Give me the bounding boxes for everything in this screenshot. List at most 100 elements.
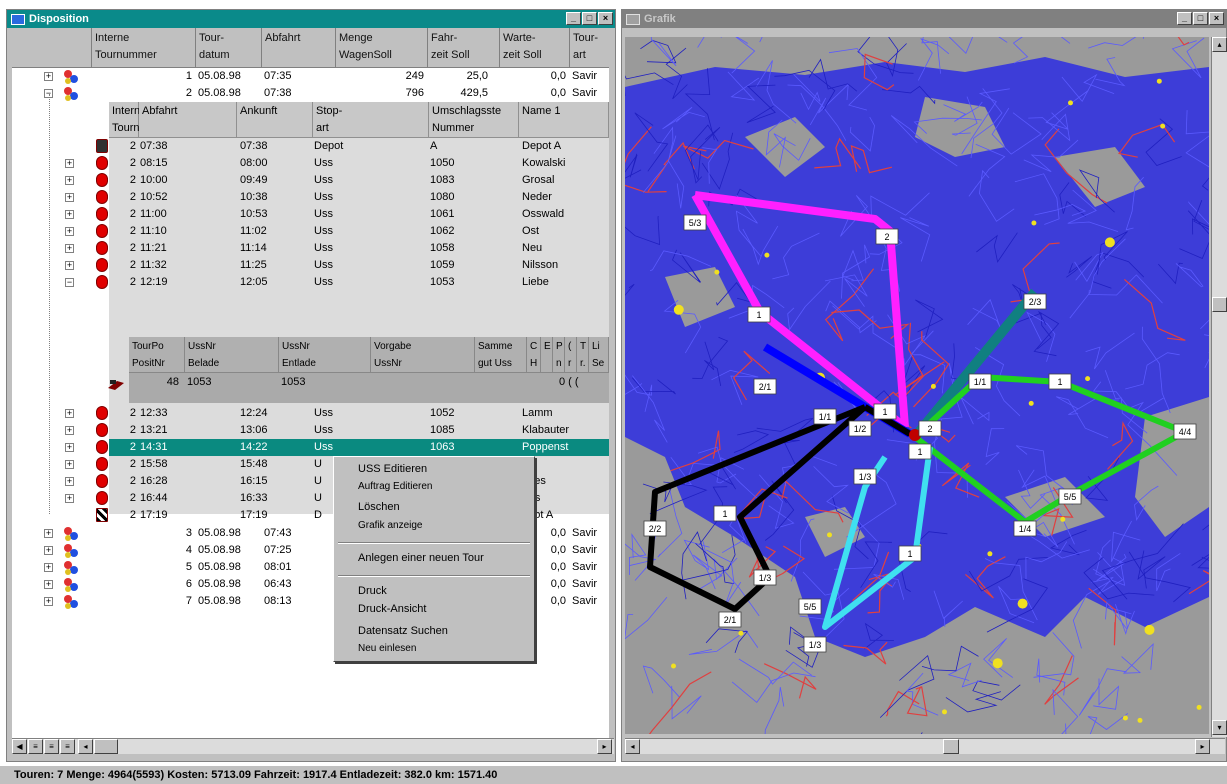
stops-col-art[interactable]: Stop- art (313, 102, 429, 138)
expand-icon[interactable]: − (65, 278, 74, 287)
minimize-button[interactable]: _ (566, 12, 581, 25)
table-row[interactable]: + 1 05.08.98 07:35 249 25,0 0,0 Savir (12, 68, 609, 85)
col-header-menge[interactable]: Menge WagenSoll (336, 28, 428, 68)
expand-icon[interactable]: + (65, 261, 74, 270)
stops-col-abfahrt[interactable]: Abfahrt (139, 102, 237, 138)
stop-label[interactable]: 5/3 (683, 214, 707, 231)
stops-col-tour[interactable]: Interne Tournur (109, 102, 149, 138)
scroll-up-button[interactable]: ▴ (1212, 37, 1227, 52)
stop-row[interactable]: +2 11:10 11:02 Uss 1062 Ost (12, 223, 609, 240)
pos-col-2[interactable]: UssNr Entlade (279, 337, 371, 373)
stop-row[interactable]: +2 10:00 09:49 Uss 1083 Grosal (12, 172, 609, 189)
col-header-abfahrt[interactable]: Abfahrt (262, 28, 336, 68)
grafik-titlebar[interactable]: Grafik _ □ × (622, 10, 1226, 28)
expand-icon[interactable]: + (65, 443, 74, 452)
col-header-fahrzeit[interactable]: Fahr- zeit Soll (428, 28, 500, 68)
stop-label[interactable]: 4/4 (1173, 423, 1197, 440)
stop-label[interactable]: 1 (747, 306, 771, 323)
stop-label[interactable]: 1/4 (1013, 520, 1037, 537)
expand-icon[interactable]: + (65, 176, 74, 185)
stop-label[interactable]: 1/1 (968, 373, 992, 390)
stop-row[interactable]: +2 11:32 11:25 Uss 1059 Nilsson (12, 257, 609, 274)
stop-row[interactable]: +2 11:00 10:53 Uss 1061 Osswald (12, 206, 609, 223)
stop-row[interactable]: +2 11:21 11:14 Uss 1058 Neu (12, 240, 609, 257)
stop-row[interactable]: +2 14:31 14:22 Uss 1063 Poppenst (12, 439, 609, 456)
pos-col-0[interactable]: TourPo PositNr (129, 337, 185, 373)
stop-label[interactable]: 1/3 (853, 468, 877, 485)
expand-icon[interactable]: + (44, 563, 53, 572)
minimize-button[interactable]: _ (1177, 12, 1192, 25)
stop-label[interactable]: 1 (1048, 373, 1072, 390)
close-button[interactable]: × (1209, 12, 1224, 25)
maximize-button[interactable]: □ (582, 12, 597, 25)
pos-col-8[interactable]: ( r (565, 337, 577, 373)
pos-col-7[interactable]: P n (553, 337, 565, 373)
menu-druck-ansicht[interactable]: Druck-Ansicht (358, 603, 426, 615)
pos-col-6[interactable]: E (541, 337, 553, 373)
view-icon[interactable]: ≡ (44, 739, 59, 754)
col-header-wartezeit[interactable]: Warte- zeit Soll (500, 28, 570, 68)
menu-uss-editieren[interactable]: USS Editieren (358, 463, 427, 475)
disposition-hscrollbar[interactable]: ◀ ≡ ≡ ≡ ◂ ▸ (12, 738, 614, 754)
stop-label[interactable]: 2/1 (753, 378, 777, 395)
menu-loeschen[interactable]: Löschen (358, 501, 400, 513)
pos-col-1[interactable]: UssNr Belade (185, 337, 279, 373)
scroll-thumb[interactable] (943, 739, 959, 754)
stop-label[interactable]: 2/3 (1023, 293, 1047, 310)
col-header-tourdatum[interactable]: Tour- datum (196, 28, 262, 68)
menu-neue-tour[interactable]: Anlegen einer neuen Tour (358, 552, 484, 564)
col-header-tournummer[interactable]: Interne Tournummer (92, 28, 196, 68)
stop-row[interactable]: +207:3807:38DepotADepot A (12, 138, 609, 155)
col-header-tourart[interactable]: Tour- art (570, 28, 609, 68)
stop-label[interactable]: 1 (873, 403, 897, 420)
expand-icon[interactable]: + (65, 477, 74, 486)
scroll-thumb[interactable] (94, 739, 118, 754)
stops-col-ankunft[interactable]: Ankunft (237, 102, 313, 138)
stop-label[interactable]: 2/2 (643, 520, 667, 537)
stop-label[interactable]: 1/1 (813, 408, 837, 425)
expand-icon[interactable]: + (44, 597, 53, 606)
grafik-hscrollbar[interactable]: ◂ ▸ (625, 738, 1225, 754)
scroll-right-button[interactable]: ▸ (1195, 739, 1210, 754)
stop-row[interactable]: +2 08:15 08:00 Uss 1050 Kowalski (12, 155, 609, 172)
stop-row[interactable]: +2 12:33 12:24 Uss 1052 Lamm (12, 405, 609, 422)
scroll-down-button[interactable]: ▾ (1212, 720, 1227, 735)
expand-icon[interactable]: + (44, 580, 53, 589)
stop-label[interactable]: 1/3 (803, 636, 827, 653)
scroll-thumb[interactable] (1212, 297, 1227, 312)
map-canvas[interactable]: 5/3 2 1 2/1 1/1 1/2 1 2 1 4/4 2/3 1/1 1 2/2 1 1/3 2/1 5/5… (625, 37, 1209, 734)
stop-label[interactable]: 5/5 (1058, 488, 1082, 505)
stop-label[interactable]: 1/3 (753, 569, 777, 586)
stop-label[interactable]: 2/1 (718, 611, 742, 628)
route-map[interactable]: 5/3 2 1 2/1 1/1 1/2 1 2 1 4/4 2/3 1/1 1 2/2 1 1/3 2/1 5/5… (625, 37, 1209, 734)
expand-icon[interactable]: + (65, 244, 74, 253)
pos-col-10[interactable]: Li Se (589, 337, 609, 373)
pos-col-3[interactable]: Vorgabe UssNr (371, 337, 475, 373)
menu-datensatz-suchen[interactable]: Datensatz Suchen (358, 625, 448, 637)
expand-icon[interactable]: + (65, 210, 74, 219)
expand-icon[interactable]: + (65, 227, 74, 236)
maximize-button[interactable]: □ (1193, 12, 1208, 25)
record-first-icon[interactable]: ◀ (12, 739, 27, 754)
pos-col-4[interactable]: Samme gut Uss (475, 337, 527, 373)
stops-col-name[interactable]: Name 1 (519, 102, 609, 138)
scroll-left-button[interactable]: ◂ (625, 739, 640, 754)
stop-label[interactable]: 1 (898, 545, 922, 562)
stop-label[interactable]: 1 (908, 443, 932, 460)
expand-icon[interactable]: + (65, 494, 74, 503)
expand-icon[interactable]: + (65, 193, 74, 202)
scroll-right-button[interactable]: ▸ (597, 739, 612, 754)
stop-label[interactable]: 1 (713, 505, 737, 522)
view-icon[interactable]: ≡ (60, 739, 75, 754)
grafik-vscrollbar[interactable]: ▴ ▾ (1211, 37, 1227, 737)
stops-col-nummer[interactable]: Umschlagsste Nummer (429, 102, 519, 138)
pos-col-9[interactable]: T r. (577, 337, 589, 373)
menu-grafik-anzeige[interactable]: Grafik anzeige (358, 520, 422, 531)
table-row[interactable]: − 2 05.08.98 07:38 796 429,5 0,0 Savir (12, 85, 609, 102)
menu-druck[interactable]: Druck (358, 585, 387, 597)
menu-neu-einlesen[interactable]: Neu einlesen (358, 643, 416, 654)
stop-row[interactable]: +2 10:52 10:38 Uss 1080 Neder (12, 189, 609, 206)
close-button[interactable]: × (598, 12, 613, 25)
menu-auftrag-editieren[interactable]: Auftrag Editieren (358, 481, 433, 492)
stop-label[interactable]: 1/2 (848, 420, 872, 437)
